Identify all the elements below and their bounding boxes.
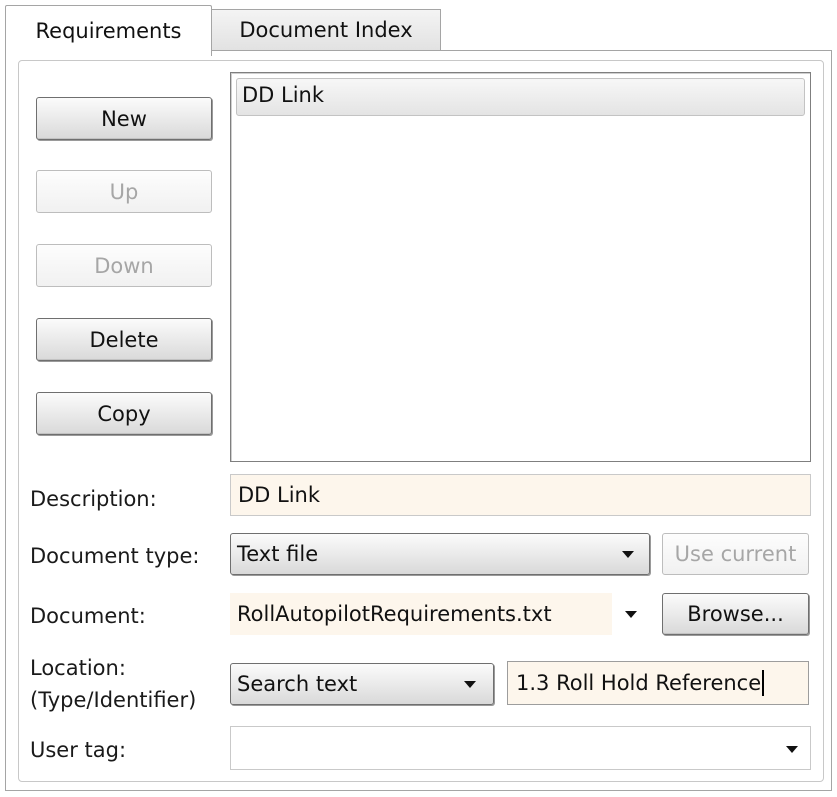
down-button-label: Down — [94, 253, 154, 278]
description-value: DD Link — [238, 483, 321, 507]
up-button-label: Up — [109, 179, 139, 204]
document-label: Document: — [30, 604, 146, 628]
description-label: Description: — [30, 487, 157, 511]
up-button[interactable]: Up — [36, 170, 212, 213]
down-button[interactable]: Down — [36, 244, 212, 287]
user-tag-label: User tag: — [30, 738, 127, 762]
user-tag-dropdown[interactable] — [230, 726, 811, 770]
location-identifier-input[interactable]: 1.3 Roll Hold Reference — [507, 661, 809, 705]
browse-button[interactable]: Browse... — [662, 593, 809, 635]
browse-button-label: Browse... — [687, 602, 784, 626]
requirements-list[interactable]: DD Link — [230, 72, 811, 462]
document-field[interactable]: RollAutopilotRequirements.txt — [230, 593, 612, 635]
copy-button[interactable]: Copy — [36, 392, 212, 435]
location-type-value: Search text — [237, 672, 358, 696]
tab-requirements-label: Requirements — [35, 19, 182, 43]
text-caret — [762, 670, 765, 696]
new-button[interactable]: New — [36, 97, 212, 140]
new-button-label: New — [101, 106, 147, 131]
chevron-down-icon — [625, 611, 637, 618]
location-label: Location: — [30, 656, 126, 680]
delete-button[interactable]: Delete — [36, 318, 212, 361]
document-type-label: Document type: — [30, 544, 200, 568]
document-dropdown-button[interactable] — [612, 593, 650, 635]
list-item-label: DD Link — [242, 83, 325, 107]
document-value: RollAutopilotRequirements.txt — [237, 602, 552, 626]
chevron-down-icon — [464, 681, 476, 688]
document-type-value: Text file — [237, 542, 319, 566]
tab-requirements[interactable]: Requirements — [5, 5, 212, 56]
tab-document-index[interactable]: Document Index — [212, 9, 441, 50]
copy-button-label: Copy — [97, 401, 151, 426]
location-type-dropdown[interactable]: Search text — [230, 663, 494, 705]
location-identifier-value: 1.3 Roll Hold Reference — [516, 671, 762, 695]
location-sublabel: (Type/Identifier) — [30, 688, 197, 712]
document-type-dropdown[interactable]: Text file — [230, 533, 650, 575]
chevron-down-icon — [786, 746, 798, 753]
list-item[interactable]: DD Link — [236, 78, 805, 116]
use-current-label: Use current — [674, 542, 797, 566]
description-field[interactable]: DD Link — [230, 474, 811, 516]
delete-button-label: Delete — [89, 327, 159, 352]
use-current-button[interactable]: Use current — [662, 533, 809, 575]
tab-document-index-label: Document Index — [239, 18, 413, 42]
chevron-down-icon — [622, 551, 634, 558]
